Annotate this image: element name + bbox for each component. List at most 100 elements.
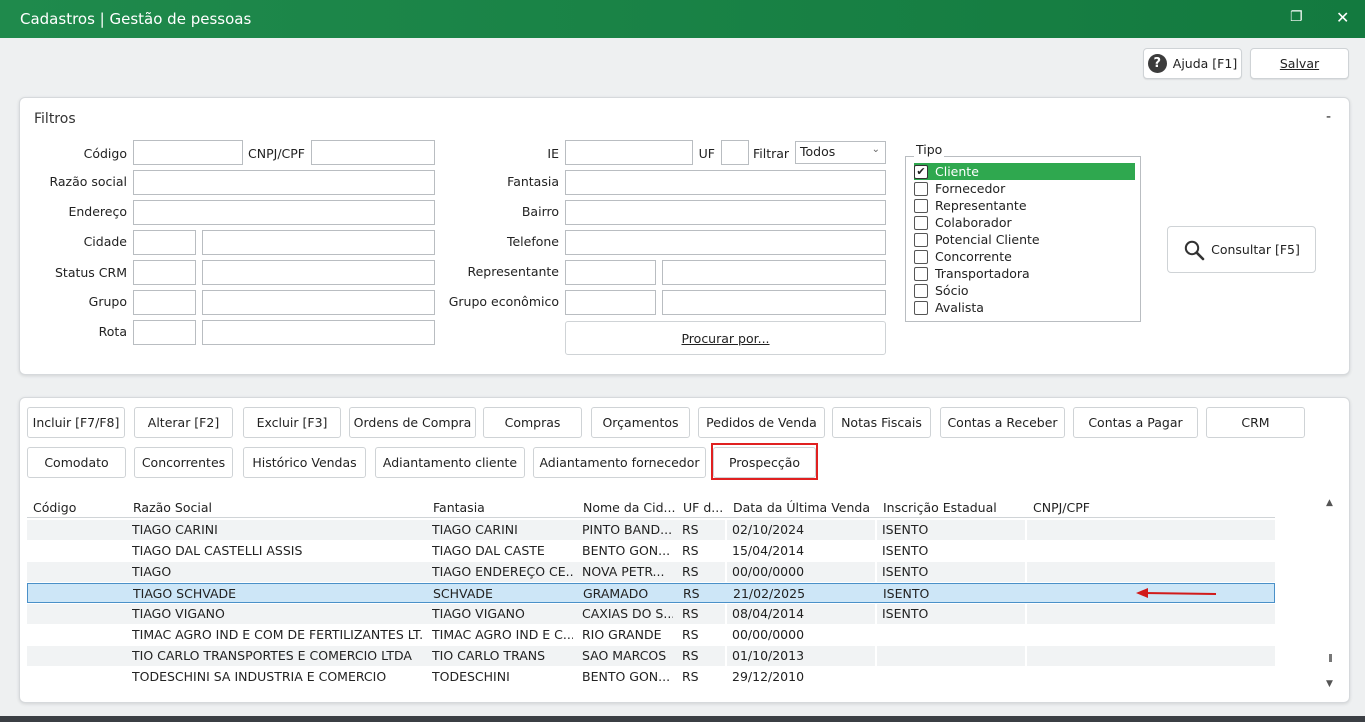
- column-header[interactable]: Inscrição Estadual: [883, 500, 1028, 515]
- cnpj-input[interactable]: [311, 140, 435, 165]
- razao-input[interactable]: [133, 170, 435, 195]
- representante-name-input[interactable]: [662, 260, 886, 285]
- scroll-up-icon[interactable]: ▲: [1326, 498, 1333, 508]
- grupo-name-input[interactable]: [202, 290, 435, 315]
- tipo-option[interactable]: Colaborador: [914, 214, 1012, 231]
- rota-name-input[interactable]: [202, 320, 435, 345]
- action-button[interactable]: Excluir [F3]: [243, 407, 341, 438]
- column-header[interactable]: Nome da Cid...: [583, 500, 678, 515]
- checkbox-checked-icon[interactable]: ✔: [914, 164, 928, 179]
- column-header[interactable]: Código: [33, 500, 128, 515]
- uf-input[interactable]: [721, 140, 749, 165]
- checkbox-icon[interactable]: [914, 249, 928, 264]
- checkbox-icon[interactable]: [914, 198, 928, 213]
- checkbox-icon[interactable]: [914, 181, 928, 196]
- column-header[interactable]: UF d...: [683, 500, 728, 515]
- consultar-button[interactable]: Consultar [F5]: [1167, 226, 1316, 273]
- table-row[interactable]: TIAGO VIGANO TIAGO VIGANO CAXIAS DO S... RS…: [27, 604, 1275, 624]
- status-crm-name-input[interactable]: [202, 260, 435, 285]
- action-button[interactable]: CRM: [1206, 407, 1305, 438]
- tipo-option[interactable]: Avalista: [914, 299, 984, 316]
- tipo-option[interactable]: Concorrente: [914, 248, 1012, 265]
- action-button[interactable]: Incluir [F7/F8]: [27, 407, 125, 438]
- scrollbar-thumb[interactable]: [1329, 654, 1332, 662]
- checkbox-icon[interactable]: [914, 232, 928, 247]
- tipo-option[interactable]: Transportadora: [914, 265, 1030, 282]
- tipo-option[interactable]: Potencial Cliente: [914, 231, 1040, 248]
- table-cell: TIAGO VIGANO: [432, 606, 525, 621]
- telefone-input[interactable]: [565, 230, 886, 255]
- column-header[interactable]: CNPJ/CPF: [1033, 500, 1263, 515]
- window-title: Cadastros | Gestão de pessoas: [20, 10, 252, 28]
- codigo-input[interactable]: [133, 140, 243, 165]
- table-cell: SCHVADE: [433, 586, 493, 601]
- tipo-option[interactable]: Sócio: [914, 282, 969, 299]
- action-button[interactable]: Contas a Pagar: [1073, 407, 1198, 438]
- arrow-annotation-icon: [1136, 588, 1217, 598]
- highlight-box: [711, 443, 818, 480]
- action-button[interactable]: Ordens de Compra: [349, 407, 476, 438]
- title-bar: Cadastros | Gestão de pessoas ❐ ✕: [0, 0, 1365, 38]
- restore-icon[interactable]: ❐: [1290, 9, 1303, 25]
- fantasia-input[interactable]: [565, 170, 886, 195]
- status-crm-code-input[interactable]: [133, 260, 196, 285]
- action-button[interactable]: Notas Fiscais: [832, 407, 931, 438]
- checkbox-icon[interactable]: [914, 215, 928, 230]
- checkbox-icon[interactable]: [914, 266, 928, 281]
- tipo-option[interactable]: Representante: [914, 197, 1027, 214]
- table-row[interactable]: TODESCHINI SA INDUSTRIA E COMERCIO TODESC…: [27, 667, 1275, 687]
- table-row[interactable]: TIAGO CARINI TIAGO CARINI PINTO BAND... RS 0…: [27, 520, 1275, 540]
- procurar-button[interactable]: Procurar por...: [565, 321, 886, 355]
- action-button[interactable]: Concorrentes: [134, 447, 233, 478]
- rota-code-input[interactable]: [133, 320, 196, 345]
- grupo-economico-name-input[interactable]: [662, 290, 886, 315]
- action-button[interactable]: Contas a Receber: [940, 407, 1065, 438]
- endereco-input[interactable]: [133, 200, 435, 225]
- table-row[interactable]: TIO CARLO TRANSPORTES E COMERCIO LTDA TIO…: [27, 646, 1275, 666]
- cidade-name-input[interactable]: [202, 230, 435, 255]
- table-cell: TIO CARLO TRANS: [432, 648, 546, 663]
- collapse-toggle[interactable]: -: [1326, 109, 1331, 125]
- table-cell: RS: [682, 543, 699, 558]
- grupo-economico-code-input[interactable]: [565, 290, 656, 315]
- table-row[interactable]: TIAGO SCHVADE SCHVADE GRAMADO RS 21/02/2025 I…: [27, 583, 1275, 603]
- action-button[interactable]: Pedidos de Venda: [698, 407, 825, 438]
- tipo-group: ✔ Cliente Fornecedor Representante Colaborad…: [905, 156, 1141, 322]
- table-cell: RS: [683, 586, 700, 601]
- grupo-label: Grupo: [88, 294, 127, 309]
- action-button[interactable]: Comodato: [27, 447, 126, 478]
- column-header[interactable]: Razão Social: [133, 500, 428, 515]
- table-cell: ISENTO: [882, 606, 929, 621]
- action-button[interactable]: Histórico Vendas: [243, 447, 366, 478]
- cidade-code-input[interactable]: [133, 230, 196, 255]
- help-button[interactable]: ? Ajuda [F1]: [1143, 48, 1242, 79]
- tipo-option-label: Avalista: [935, 300, 984, 315]
- cell-divider: [875, 520, 877, 540]
- checkbox-icon[interactable]: [914, 300, 928, 315]
- table-row[interactable]: TIAGO TIAGO ENDEREÇO CE... NOVA PETR... RS 0…: [27, 562, 1275, 582]
- table-cell: TODESCHINI: [432, 669, 510, 684]
- action-button[interactable]: Alterar [F2]: [134, 407, 233, 438]
- table-cell: 08/04/2014: [732, 606, 805, 621]
- action-button[interactable]: Orçamentos: [591, 407, 690, 438]
- ie-input[interactable]: [565, 140, 693, 165]
- table-row[interactable]: TIMAC AGRO IND E COM DE FERTILIZANTES LT…: [27, 625, 1275, 645]
- table-row[interactable]: TIAGO DAL CASTELLI ASSIS TIAGO DAL CASTE B…: [27, 541, 1275, 561]
- column-header[interactable]: Fantasia: [433, 500, 578, 515]
- close-icon[interactable]: ✕: [1336, 8, 1349, 27]
- save-button[interactable]: Salvar: [1250, 48, 1349, 79]
- grupo-code-input[interactable]: [133, 290, 196, 315]
- representante-code-input[interactable]: [565, 260, 656, 285]
- scroll-down-icon[interactable]: ▼: [1326, 679, 1333, 689]
- action-button[interactable]: Adiantamento fornecedor: [533, 447, 706, 478]
- checkbox-icon[interactable]: [914, 283, 928, 298]
- bairro-input[interactable]: [565, 200, 886, 225]
- action-button[interactable]: Adiantamento cliente: [375, 447, 525, 478]
- tipo-option[interactable]: Fornecedor: [914, 180, 1005, 197]
- column-header[interactable]: Data da Última Venda: [733, 500, 878, 515]
- tipo-legend: Tipo: [914, 142, 945, 157]
- tipo-option-label: Fornecedor: [935, 181, 1006, 196]
- action-button[interactable]: Compras: [483, 407, 582, 438]
- filtrar-select[interactable]: Todos ⌄: [795, 141, 886, 164]
- tipo-option[interactable]: ✔ Cliente: [914, 163, 1135, 180]
